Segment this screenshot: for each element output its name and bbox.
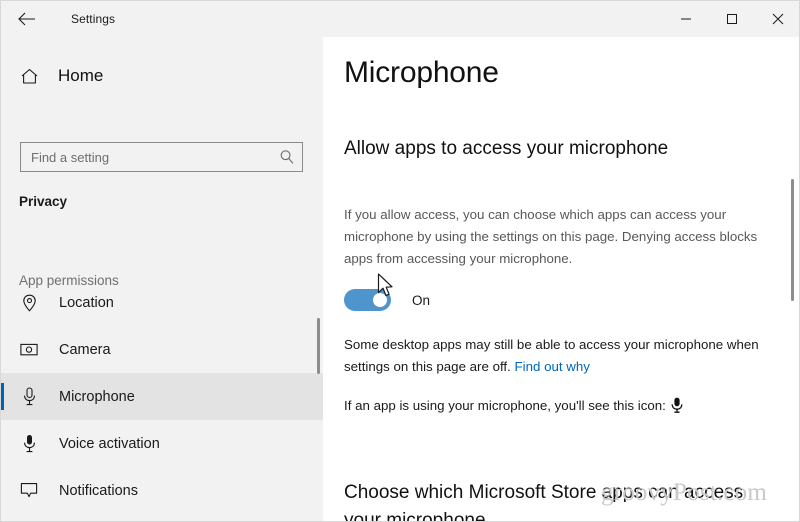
sidebar-item-voice-activation[interactable]: Voice activation bbox=[1, 420, 323, 467]
sidebar-item-home[interactable]: Home bbox=[20, 61, 103, 91]
search-icon[interactable] bbox=[272, 149, 302, 165]
in-use-icon-note: If an app is using your microphone, you'… bbox=[344, 395, 779, 420]
settings-window: Settings Home Find a setting Privacy Loc… bbox=[0, 0, 800, 522]
home-label: Home bbox=[58, 66, 104, 85]
sidebar-item-microphone[interactable]: Microphone bbox=[1, 373, 323, 420]
back-button[interactable] bbox=[5, 3, 49, 35]
section-heading-allow-apps: Allow apps to access your microphone bbox=[344, 138, 669, 159]
title-bar: Settings bbox=[1, 1, 799, 37]
toggle-knob bbox=[373, 293, 387, 307]
microphone-access-toggle[interactable] bbox=[344, 289, 391, 311]
close-button[interactable] bbox=[755, 1, 799, 37]
sidebar-nav-list: Location Camera Microphone Voice activat… bbox=[1, 279, 323, 521]
toggle-state-label: On bbox=[412, 292, 431, 308]
sidebar-item-label: Location bbox=[59, 294, 114, 311]
sidebar-item-camera[interactable]: Camera bbox=[1, 326, 323, 373]
maximize-button[interactable] bbox=[709, 1, 755, 37]
section-description: If you allow access, you can choose whic… bbox=[344, 207, 758, 266]
sidebar-item-notifications[interactable]: Notifications bbox=[1, 467, 323, 514]
camera-icon bbox=[19, 342, 39, 357]
sidebar-scrollbar[interactable] bbox=[317, 318, 320, 374]
sidebar-item-label: Voice activation bbox=[59, 435, 160, 452]
search-box[interactable] bbox=[20, 142, 303, 172]
sidebar-category-title: Privacy bbox=[19, 194, 68, 209]
back-arrow-icon bbox=[18, 12, 36, 26]
home-icon bbox=[20, 68, 42, 85]
notifications-icon bbox=[19, 482, 39, 499]
page-title: Microphone bbox=[344, 56, 499, 89]
window-controls bbox=[663, 1, 799, 37]
window-title: Settings bbox=[71, 12, 116, 26]
in-use-icon-note-text: If an app is using your microphone, you'… bbox=[344, 398, 666, 413]
content-scrollbar[interactable] bbox=[791, 179, 794, 301]
location-icon bbox=[19, 294, 39, 312]
sidebar-item-label: Microphone bbox=[59, 388, 135, 405]
voice-activation-icon bbox=[19, 434, 39, 453]
search-input[interactable] bbox=[21, 143, 272, 171]
sidebar-item-label: Camera bbox=[59, 341, 111, 358]
microphone-icon bbox=[671, 397, 683, 420]
find-out-why-link[interactable]: Find out why bbox=[515, 359, 590, 374]
microphone-icon bbox=[19, 387, 39, 406]
microphone-access-toggle-row[interactable]: On bbox=[344, 289, 430, 311]
sidebar-item-label: Notifications bbox=[59, 482, 138, 499]
content-pane: Microphone Allow apps to access your mic… bbox=[323, 37, 799, 521]
sidebar-section-label: App permissions bbox=[19, 271, 125, 290]
minimize-button[interactable] bbox=[663, 1, 709, 37]
sidebar-nav-scroll: Location Camera Microphone Voice activat… bbox=[1, 265, 323, 521]
watermark: groovyPost.com bbox=[601, 479, 767, 506]
sidebar-item-account-info[interactable]: Account info bbox=[1, 514, 323, 521]
sidebar: Home Privacy bbox=[1, 37, 323, 521]
desktop-apps-note: Some desktop apps may still be able to a… bbox=[344, 334, 779, 378]
